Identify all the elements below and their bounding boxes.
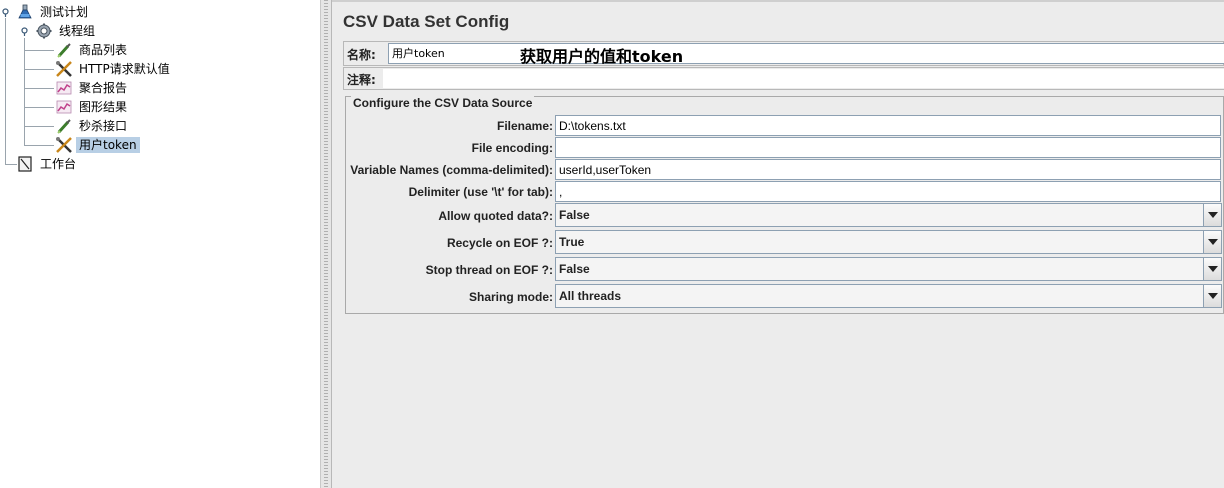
tree-node-http-defaults[interactable]: HTTP请求默认值 <box>55 60 173 78</box>
test-plan-flask-icon <box>16 3 34 21</box>
listener-graph-icon <box>55 79 73 97</box>
panel-top-border <box>332 0 1224 2</box>
panel-title: CSV Data Set Config <box>343 12 510 31</box>
allow-quoted-label: Allow quoted data?: <box>438 209 553 223</box>
tree-node-label: 测试计划 <box>40 5 89 19</box>
comment-label: 注释: <box>347 73 376 87</box>
sharing-mode-select[interactable]: All threads <box>555 284 1222 308</box>
file-encoding-input[interactable] <box>555 137 1221 158</box>
test-plan-tree[interactable]: 测试计划 线程组 商品列表 HTTP请求默认值 聚合报告 图形结果 秒杀接口 用… <box>0 0 320 488</box>
tree-node-label: HTTP请求默认值 <box>79 62 170 76</box>
chevron-down-icon[interactable] <box>1203 203 1222 227</box>
config-panel: CSV Data Set Config 名称: 用户token 获取用户的值和t… <box>332 0 1224 488</box>
tree-node-workbench[interactable]: 工作台 <box>16 155 79 173</box>
splitter-grip <box>324 0 328 488</box>
recycle-eof-label: Recycle on EOF ?: <box>446 236 553 250</box>
sampler-pipette-icon <box>55 117 73 135</box>
collapse-toggle-icon[interactable] <box>20 27 29 36</box>
filename-label: Filename: <box>496 119 553 133</box>
file-encoding-label: File encoding: <box>471 141 553 155</box>
gear-icon <box>35 22 53 40</box>
delimiter-input[interactable]: , <box>555 181 1221 202</box>
config-tools-icon <box>55 136 73 154</box>
tree-node-test-plan[interactable]: 测试计划 <box>16 3 91 21</box>
filename-input[interactable]: D:\tokens.txt <box>555 115 1221 136</box>
workbench-clipboard-icon <box>16 155 34 173</box>
chevron-down-icon[interactable] <box>1203 257 1222 281</box>
config-tools-icon <box>55 60 73 78</box>
stop-thread-value: False <box>559 262 590 276</box>
tree-node-user-token[interactable]: 用户token <box>55 136 140 154</box>
tree-node-label: 商品列表 <box>79 43 128 57</box>
tree-node-label: 秒杀接口 <box>79 119 128 133</box>
tree-node-label: 线程组 <box>59 24 96 38</box>
allow-quoted-select[interactable]: False <box>555 203 1222 227</box>
sharing-mode-label: Sharing mode: <box>468 290 553 304</box>
sampler-pipette-icon <box>55 41 73 59</box>
tree-node-thread-group[interactable]: 线程组 <box>35 22 98 40</box>
collapse-toggle-icon[interactable] <box>1 8 10 17</box>
allow-quoted-value: False <box>559 208 590 222</box>
tree-node-label: 用户token <box>76 137 140 153</box>
recycle-eof-value: True <box>559 235 585 249</box>
stop-thread-select[interactable]: False <box>555 257 1222 281</box>
variable-names-input[interactable]: userId,userToken <box>555 159 1221 180</box>
listener-graph-icon <box>55 98 73 116</box>
chevron-down-icon[interactable] <box>1203 284 1222 308</box>
name-input[interactable]: 用户token <box>388 43 1224 64</box>
variable-names-label: Variable Names (comma-delimited): <box>350 163 553 177</box>
tree-node-seckill-api[interactable]: 秒杀接口 <box>55 117 130 135</box>
recycle-eof-select[interactable]: True <box>555 230 1222 254</box>
delimiter-label: Delimiter (use '\t' for tab): <box>408 185 553 199</box>
sharing-mode-value: All threads <box>559 289 622 303</box>
chevron-down-icon[interactable] <box>1203 230 1222 254</box>
name-row: 名称: 用户token <box>343 41 1224 66</box>
comment-row: 注释: <box>343 67 1224 90</box>
stop-thread-label: Stop thread on EOF ?: <box>425 263 553 277</box>
comment-input[interactable] <box>382 68 1224 89</box>
panel-splitter[interactable] <box>320 0 332 488</box>
tree-node-product-list[interactable]: 商品列表 <box>55 41 130 59</box>
annotation-text: 获取用户的值和token <box>520 47 684 66</box>
csv-source-group-title: Configure the CSV Data Source <box>351 96 535 110</box>
name-label: 名称: <box>347 48 376 62</box>
tree-node-graph-results[interactable]: 图形结果 <box>55 98 130 116</box>
tree-node-label: 图形结果 <box>79 100 128 114</box>
tree-node-label: 工作台 <box>40 157 77 171</box>
tree-node-label: 聚合报告 <box>79 81 128 95</box>
tree-node-aggregate-report[interactable]: 聚合报告 <box>55 79 130 97</box>
